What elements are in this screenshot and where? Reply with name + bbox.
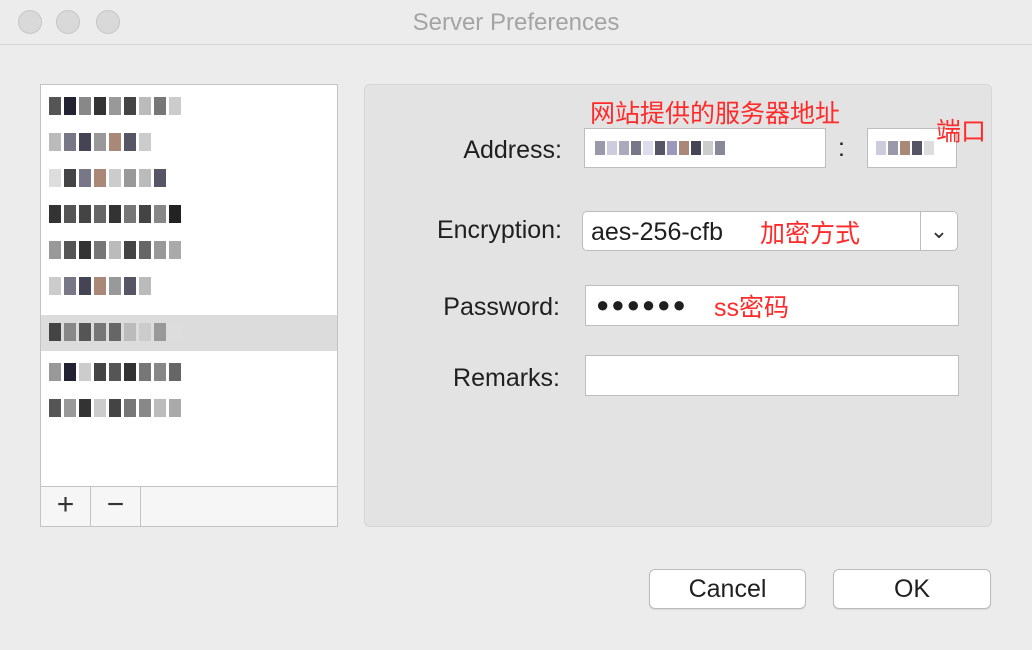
chevron-down-icon[interactable]: ⌄ bbox=[920, 212, 957, 250]
plus-icon: + bbox=[56, 488, 75, 521]
server-list-toolbar: + − bbox=[41, 486, 337, 526]
password-annotation: ss密码 bbox=[714, 294, 790, 322]
server-list-item[interactable] bbox=[41, 233, 337, 269]
server-list-item[interactable] bbox=[41, 269, 337, 305]
server-list-item-selected[interactable] bbox=[41, 315, 337, 351]
server-list[interactable]: + − bbox=[40, 84, 338, 527]
password-value: ●●●●●● bbox=[596, 292, 688, 317]
server-list-item[interactable] bbox=[41, 391, 337, 427]
server-list-item[interactable] bbox=[41, 125, 337, 161]
remove-server-button[interactable]: − bbox=[91, 487, 141, 526]
cancel-button[interactable]: Cancel bbox=[649, 569, 806, 609]
address-annotation: 网站提供的服务器地址 bbox=[590, 100, 841, 128]
server-list-item[interactable] bbox=[41, 197, 337, 233]
password-label: Password: bbox=[443, 293, 560, 321]
server-list-item[interactable] bbox=[41, 161, 337, 197]
title-bar: Server Preferences bbox=[0, 0, 1032, 45]
remarks-input[interactable] bbox=[585, 355, 959, 396]
address-label: Address: bbox=[463, 136, 562, 164]
minus-icon: − bbox=[106, 488, 125, 521]
server-preferences-window: Server Preferences + − Address:: 网站提供的服… bbox=[0, 0, 1032, 650]
encryption-label: Encryption: bbox=[436, 216, 562, 244]
ok-button[interactable]: OK bbox=[833, 569, 991, 609]
server-list-item[interactable] bbox=[41, 89, 337, 125]
window-title: Server Preferences bbox=[412, 9, 620, 36]
port-annotation: 端口 bbox=[936, 118, 987, 146]
add-server-button[interactable]: + bbox=[41, 487, 91, 526]
remarks-label: Remarks: bbox=[453, 364, 560, 392]
port-separator: : bbox=[838, 134, 845, 162]
encryption-value: aes-256-cfb bbox=[591, 218, 724, 246]
server-list-item[interactable] bbox=[41, 355, 337, 391]
address-input[interactable] bbox=[584, 128, 826, 168]
encryption-annotation: 加密方式 bbox=[760, 220, 861, 248]
